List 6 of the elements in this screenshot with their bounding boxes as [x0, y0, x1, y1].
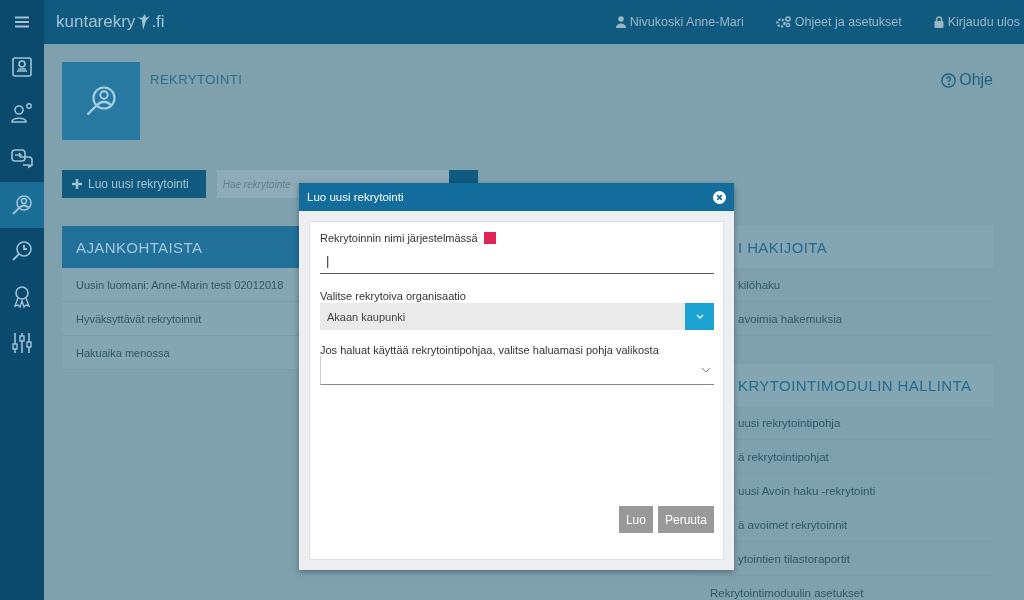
logo-suffix: .fi [151, 12, 165, 32]
field-label: Jos haluat käyttää rekrytointipohjaa, valitse haluamasi pohja valikosta [320, 344, 659, 356]
field-label: Rekrytoinnin nimi järjestelmässä [320, 232, 478, 244]
page-title: REKRYTOINTI [150, 72, 243, 89]
field-label: Valitse rekrytoiva organisaatio [320, 290, 466, 302]
dialog-title: Luo uusi rekrytointi [307, 191, 404, 203]
